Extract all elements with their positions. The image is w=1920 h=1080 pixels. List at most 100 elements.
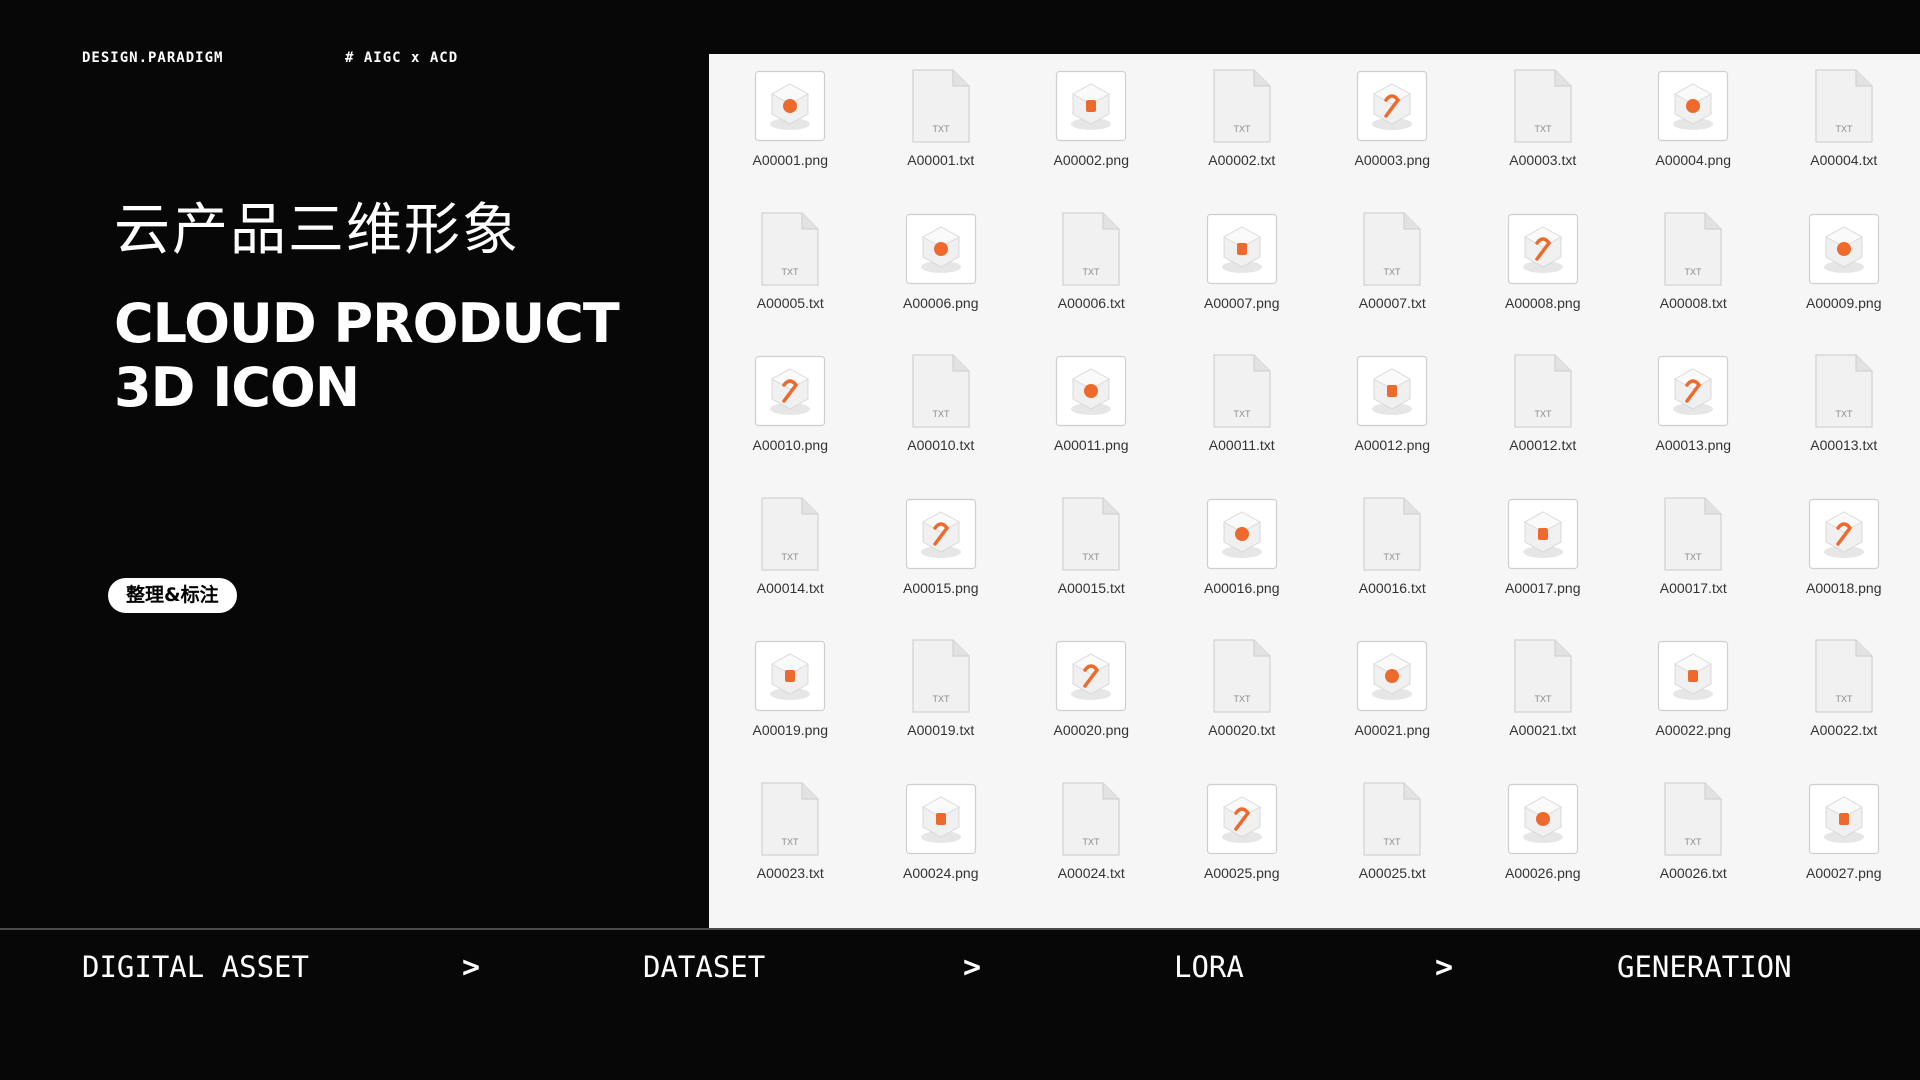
pipeline-step-generation: GENERATION bbox=[1617, 950, 1792, 984]
svg-text:TXT: TXT bbox=[1835, 124, 1853, 134]
file-name: A00020.txt bbox=[1208, 722, 1276, 738]
file-item[interactable]: TXT A00010.txt bbox=[866, 351, 1017, 494]
file-item[interactable]: TXT A00011.txt bbox=[1167, 351, 1318, 494]
file-item[interactable]: TXT A00008.txt bbox=[1618, 209, 1769, 352]
txt-file-icon: TXT bbox=[1806, 636, 1882, 716]
pin-platform-icon bbox=[1655, 351, 1731, 431]
txt-file-icon: TXT bbox=[752, 209, 828, 289]
blocks-icon bbox=[1806, 494, 1882, 574]
svg-text:TXT: TXT bbox=[932, 694, 950, 704]
file-item[interactable]: TXT A00013.txt bbox=[1769, 351, 1920, 494]
file-item[interactable]: A00025.png bbox=[1167, 779, 1318, 922]
file-item[interactable]: TXT A00003.txt bbox=[1468, 66, 1619, 209]
txt-file-icon: TXT bbox=[903, 636, 979, 716]
file-item[interactable]: A00009.png bbox=[1769, 209, 1920, 352]
pipeline-step-dataset: DATASET bbox=[643, 950, 766, 984]
file-item[interactable]: TXT A00025.txt bbox=[1317, 779, 1468, 922]
file-item[interactable]: A00017.png bbox=[1468, 494, 1619, 637]
file-item[interactable]: TXT A00015.txt bbox=[1016, 494, 1167, 637]
file-item[interactable]: TXT A00002.txt bbox=[1167, 66, 1318, 209]
svg-text:TXT: TXT bbox=[1534, 124, 1552, 134]
file-item[interactable]: A00006.png bbox=[866, 209, 1017, 352]
pipeline-bar: DIGITAL ASSET > DATASET > LORA > GENERAT… bbox=[0, 950, 1920, 990]
file-item[interactable]: TXT A00012.txt bbox=[1468, 351, 1619, 494]
file-name: A00021.txt bbox=[1509, 722, 1577, 738]
svg-text:TXT: TXT bbox=[1233, 694, 1251, 704]
file-item[interactable]: A00011.png bbox=[1016, 351, 1167, 494]
file-item[interactable]: TXT A00024.txt bbox=[1016, 779, 1167, 922]
file-item[interactable]: A00007.png bbox=[1167, 209, 1318, 352]
txt-file-icon: TXT bbox=[1204, 351, 1280, 431]
file-item[interactable]: TXT A00014.txt bbox=[715, 494, 866, 637]
title-english: CLOUD PRODUCT 3D ICON bbox=[114, 292, 620, 420]
disc-icon bbox=[1204, 209, 1280, 289]
file-item[interactable]: A00008.png bbox=[1468, 209, 1619, 352]
file-name: A00011.png bbox=[1054, 437, 1129, 453]
file-name: A00014.txt bbox=[756, 579, 824, 596]
file-item[interactable]: A00020.png bbox=[1016, 636, 1167, 779]
layers-icon bbox=[752, 636, 828, 716]
file-item[interactable]: A00026.png bbox=[1468, 779, 1619, 922]
file-item[interactable]: TXT A00017.txt bbox=[1618, 494, 1769, 637]
file-name: A00001.txt bbox=[907, 152, 975, 168]
pipeline-step-lora: LORA bbox=[1174, 950, 1244, 984]
bot-icon bbox=[903, 494, 979, 574]
file-item[interactable]: TXT A00026.txt bbox=[1618, 779, 1769, 922]
file-item[interactable]: TXT A00020.txt bbox=[1167, 636, 1318, 779]
txt-file-icon: TXT bbox=[752, 494, 828, 574]
file-item[interactable]: A00027.png bbox=[1769, 779, 1920, 922]
file-name: A00012.png bbox=[1354, 437, 1431, 453]
file-name: A00025.txt bbox=[1358, 864, 1426, 881]
file-item[interactable]: A00002.png bbox=[1016, 66, 1167, 209]
file-item[interactable]: A00022.png bbox=[1618, 636, 1769, 779]
svg-text:TXT: TXT bbox=[1233, 124, 1251, 134]
file-item[interactable]: A00010.png bbox=[715, 351, 866, 494]
server-stack-icon bbox=[1053, 66, 1129, 146]
file-name: A00005.txt bbox=[756, 294, 824, 311]
svg-text:TXT: TXT bbox=[1835, 409, 1853, 419]
file-item[interactable]: A00013.png bbox=[1618, 351, 1769, 494]
pipeline-arrow-1: > bbox=[462, 950, 481, 985]
pipeline-step-digital-asset: DIGITAL ASSET bbox=[82, 950, 309, 984]
file-name: A00013.txt bbox=[1810, 437, 1878, 453]
svg-text:TXT: TXT bbox=[932, 409, 950, 419]
file-name: A00008.txt bbox=[1659, 294, 1727, 311]
file-name: A00013.png bbox=[1655, 437, 1732, 453]
file-item[interactable]: A00012.png bbox=[1317, 351, 1468, 494]
file-name: A00027.png bbox=[1805, 864, 1882, 881]
file-item[interactable]: TXT A00005.txt bbox=[715, 209, 866, 352]
file-item[interactable]: A00015.png bbox=[866, 494, 1017, 637]
svg-text:TXT: TXT bbox=[1384, 552, 1402, 562]
file-item[interactable]: TXT A00021.txt bbox=[1468, 636, 1619, 779]
file-item[interactable]: A00003.png bbox=[1317, 66, 1468, 209]
tree-cube-icon bbox=[1354, 351, 1430, 431]
platform-icon bbox=[752, 351, 828, 431]
txt-file-icon: TXT bbox=[1053, 209, 1129, 289]
file-name: A00022.png bbox=[1655, 722, 1732, 738]
file-name: A00019.txt bbox=[907, 722, 975, 738]
file-name: A00015.png bbox=[902, 579, 979, 596]
file-item[interactable]: A00016.png bbox=[1167, 494, 1318, 637]
file-item[interactable]: TXT A00004.txt bbox=[1769, 66, 1920, 209]
svg-text:TXT: TXT bbox=[1083, 837, 1101, 847]
file-item[interactable]: A00021.png bbox=[1317, 636, 1468, 779]
file-item[interactable]: A00001.png bbox=[715, 66, 866, 209]
file-item[interactable]: TXT A00019.txt bbox=[866, 636, 1017, 779]
file-grid: A00001.png TXT A00001.txt A00002.png TXT A000… bbox=[709, 66, 1919, 921]
file-item[interactable]: TXT A00022.txt bbox=[1769, 636, 1920, 779]
file-item[interactable]: TXT A00007.txt bbox=[1317, 209, 1468, 352]
txt-file-icon: TXT bbox=[1655, 494, 1731, 574]
file-item[interactable]: TXT A00001.txt bbox=[866, 66, 1017, 209]
file-item[interactable]: TXT A00016.txt bbox=[1317, 494, 1468, 637]
hex-box-icon bbox=[903, 779, 979, 859]
file-item[interactable]: A00019.png bbox=[715, 636, 866, 779]
file-item[interactable]: A00004.png bbox=[1618, 66, 1769, 209]
wave-cube-icon bbox=[1655, 66, 1731, 146]
file-name: A00003.txt bbox=[1509, 152, 1577, 168]
file-item[interactable]: TXT A00023.txt bbox=[715, 779, 866, 922]
file-item[interactable]: A00024.png bbox=[866, 779, 1017, 922]
file-name: A00010.txt bbox=[907, 437, 975, 453]
file-item[interactable]: A00018.png bbox=[1769, 494, 1920, 637]
file-item[interactable]: TXT A00006.txt bbox=[1016, 209, 1167, 352]
svg-text:TXT: TXT bbox=[1233, 409, 1251, 419]
